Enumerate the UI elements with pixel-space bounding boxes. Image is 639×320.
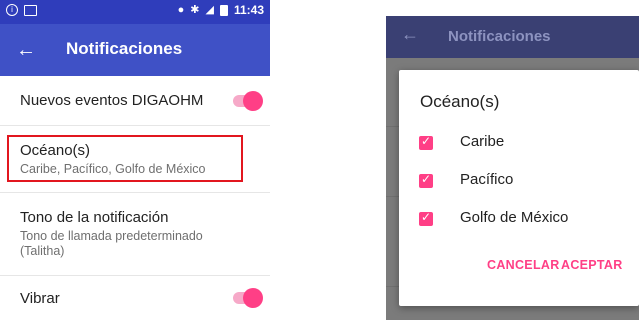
nuevos-eventos-toggle[interactable] <box>233 91 263 111</box>
status-right-icons: ● ✱ ◢ 11:43 <box>178 3 264 17</box>
status-time: 11:43 <box>233 3 264 17</box>
checkbox-checked-icon[interactable]: ✓ <box>419 134 433 150</box>
setting-label: Tono de la notificación <box>20 209 169 226</box>
setting-label: Vibrar <box>20 290 60 307</box>
left-phone-screen: i ● ✱ ◢ 11:43 ← Notificaciones Nuevos ev… <box>0 0 270 320</box>
accept-button[interactable]: ACEPTAR <box>561 258 623 272</box>
toggle-knob <box>243 91 263 111</box>
dimmed-app-bar: ← Notificaciones <box>386 16 639 58</box>
setting-label: Nuevos eventos DIGAOHM <box>20 92 204 109</box>
image-icon <box>24 4 37 16</box>
toggle-knob <box>243 288 263 308</box>
right-phone-screen: ← Notificaciones Océano(s) ✓ Caribe ✓ Pa… <box>386 16 639 320</box>
highlight-box <box>7 135 243 182</box>
dialog-title: Océano(s) <box>420 92 500 111</box>
setting-tono[interactable]: Tono de la notificación Tono de llamada … <box>0 193 270 275</box>
dimmed-page-title: Notificaciones <box>448 28 551 45</box>
oceanos-dialog: Océano(s) ✓ Caribe ✓ Pacífico ✓ Golfo de… <box>399 70 639 306</box>
battery-icon <box>219 4 228 16</box>
setting-summary: Tono de llamada predeterminado (Talitha) <box>20 229 203 258</box>
info-icon: i <box>6 4 18 16</box>
status-bar: i ● ✱ ◢ 11:43 <box>0 0 270 24</box>
back-arrow-icon: ← <box>401 24 419 44</box>
option-label: Pacífico <box>460 171 514 188</box>
bluetooth-icon: ✱ <box>190 4 200 16</box>
setting-vibrar[interactable]: Vibrar <box>0 276 270 320</box>
option-label: Caribe <box>460 133 505 150</box>
status-left-icons: i <box>6 4 37 16</box>
location-icon: ● <box>177 4 185 16</box>
app-bar: ← Notificaciones <box>0 24 270 76</box>
signal-icon: ◢ <box>205 4 214 16</box>
vibrar-toggle[interactable] <box>233 288 263 308</box>
checkbox-checked-icon[interactable]: ✓ <box>419 210 433 226</box>
option-label: Golfo de México <box>460 209 569 226</box>
checkbox-checked-icon[interactable]: ✓ <box>419 172 433 188</box>
cancel-button[interactable]: CANCELAR <box>487 258 560 272</box>
back-arrow-icon[interactable]: ← <box>16 38 36 62</box>
page-title: Notificaciones <box>66 39 183 58</box>
setting-nuevos-eventos[interactable]: Nuevos eventos DIGAOHM <box>0 76 270 125</box>
